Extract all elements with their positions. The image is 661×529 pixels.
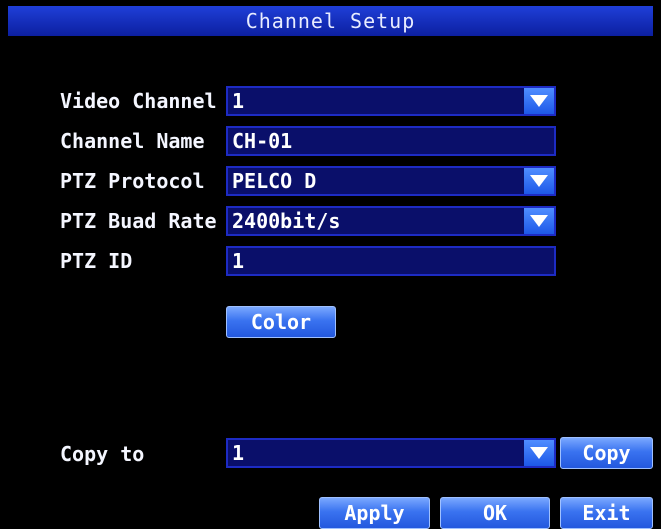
ptz-id-label: PTZ ID (60, 249, 133, 273)
exit-button[interactable]: Exit (560, 497, 653, 529)
ptz-baud-rate-label: PTZ Buad Rate (60, 209, 217, 233)
copy-to-value: 1 (232, 441, 245, 465)
chevron-down-icon (530, 447, 548, 459)
chevron-down-icon (530, 175, 548, 187)
ptz-protocol-select[interactable]: PELCO D (226, 166, 556, 196)
channel-name-label: Channel Name (60, 129, 205, 153)
video-channel-label: Video Channel (60, 89, 217, 113)
channel-name-input[interactable]: CH-01 (226, 126, 556, 156)
video-channel-value: 1 (232, 89, 245, 113)
chevron-down-icon (530, 215, 548, 227)
ptz-id-input[interactable]: 1 (226, 246, 556, 276)
color-button[interactable]: Color (226, 306, 336, 338)
copy-button[interactable]: Copy (560, 437, 653, 469)
ok-button[interactable]: OK (440, 497, 550, 529)
chevron-down-icon (530, 95, 548, 107)
ptz-baud-rate-value: 2400bit/s (232, 209, 341, 233)
copy-to-select[interactable]: 1 (226, 438, 556, 468)
copy-to-label: Copy to (60, 442, 145, 466)
apply-button[interactable]: Apply (319, 497, 430, 529)
video-channel-dropdown-button[interactable] (523, 88, 554, 114)
ptz-protocol-dropdown-button[interactable] (523, 168, 554, 194)
window-title-bar: Channel Setup (8, 6, 653, 36)
video-channel-select[interactable]: 1 (226, 86, 556, 116)
ptz-protocol-value: PELCO D (232, 169, 317, 193)
channel-name-value: CH-01 (232, 129, 293, 153)
ptz-baud-rate-dropdown-button[interactable] (523, 208, 554, 234)
ptz-baud-rate-select[interactable]: 2400bit/s (226, 206, 556, 236)
copy-to-dropdown-button[interactable] (523, 440, 554, 466)
ptz-id-value: 1 (232, 249, 245, 273)
window-title: Channel Setup (245, 9, 416, 33)
ptz-protocol-label: PTZ Protocol (60, 169, 205, 193)
